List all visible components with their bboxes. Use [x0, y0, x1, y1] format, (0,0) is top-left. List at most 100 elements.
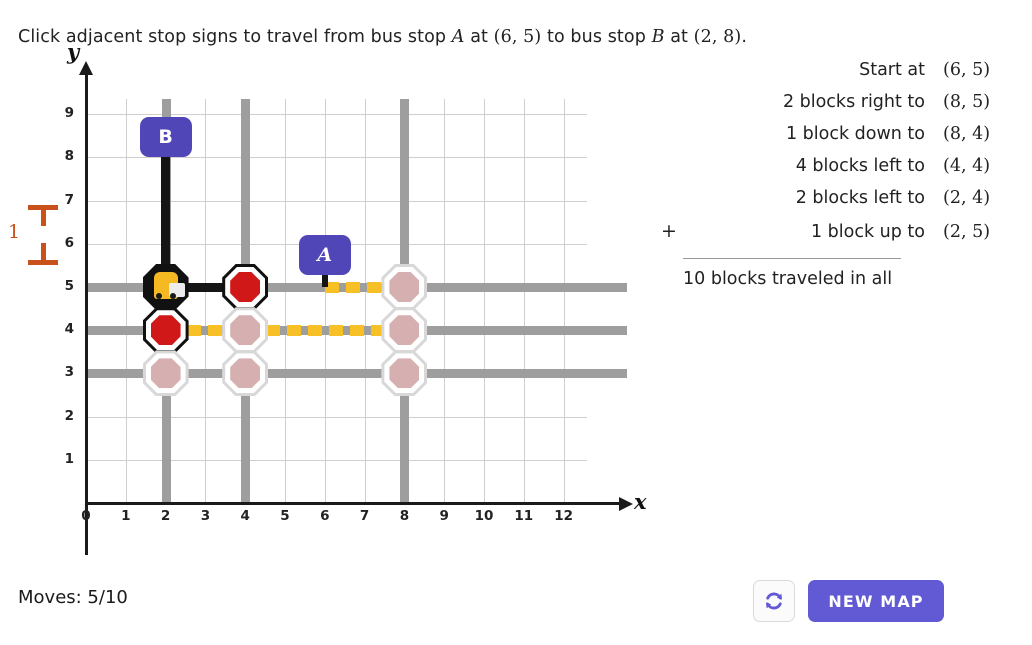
stop-sign-inactive[interactable] — [381, 264, 428, 310]
x-axis-line — [85, 502, 625, 505]
x-tick-label: 6 — [320, 508, 330, 524]
marker-a: A — [298, 235, 351, 275]
instruction-label-b: B — [651, 27, 665, 47]
move-row: +1 block up to (2, 5) — [655, 220, 1015, 252]
stop-sign-face — [389, 272, 420, 302]
y-tick-label: 3 — [64, 364, 74, 381]
stop-sign-inactive[interactable] — [142, 350, 189, 397]
path-dash — [207, 324, 222, 336]
x-tick-label: 7 — [359, 508, 370, 524]
instruction-label-a: A — [451, 27, 465, 47]
move-summary-panel: Start at (6, 5) 2 blocks right to (8, 5) 1 b… — [655, 60, 1015, 289]
path-dash — [345, 281, 360, 293]
move-description: 4 blocks left to — [795, 156, 925, 176]
move-row: 2 blocks left to (2, 4) — [655, 188, 1015, 220]
instruction-part-5: . — [741, 27, 747, 47]
marker-b: B — [139, 117, 192, 158]
move-description: 1 block up to — [810, 222, 925, 242]
stop-sign-face — [389, 315, 420, 346]
move-coordinate: (4, 4) — [943, 156, 991, 176]
instruction-text: Click adjacent stop signs to travel from… — [18, 27, 747, 47]
stop-sign-inactive[interactable] — [222, 350, 269, 397]
path-dash — [329, 324, 344, 336]
gridline-vertical — [563, 99, 565, 503]
gridline-vertical — [364, 99, 366, 503]
y-tick-label: 9 — [64, 105, 74, 122]
path-dash — [186, 324, 201, 336]
move-coordinate: (2, 5) — [943, 222, 991, 242]
move-row: 1 block down to (8, 4) — [655, 124, 1015, 156]
map-grid[interactable]: B A y x 0 1 2 3 4 5 6 7 8 9 10 11 12 1 2 3 4 5 6 7 8 9 — [0, 39, 670, 555]
stop-sign-face — [230, 358, 261, 389]
stop-sign-active[interactable] — [142, 307, 189, 354]
gridline-vertical — [484, 99, 485, 503]
path-dash — [308, 324, 323, 336]
x-tick-label: 5 — [280, 508, 290, 524]
instruction-part-2: at — [464, 27, 494, 47]
stop-sign-inactive[interactable] — [381, 350, 428, 397]
move-plus-sign: + — [661, 220, 677, 242]
move-coordinate: (2, 4) — [943, 188, 991, 208]
move-row: 2 blocks right to (8, 5) — [655, 92, 1015, 124]
move-list: Start at (6, 5) 2 blocks right to (8, 5) 1 b… — [655, 60, 1015, 252]
instruction-coord-a: (6, 5) — [493, 27, 542, 47]
x-tick-label: 8 — [399, 508, 410, 524]
bus-wheel-icon — [155, 293, 162, 299]
y-tick-label: 2 — [64, 407, 74, 424]
instruction-part-4: at — [664, 27, 694, 47]
stop-sign-inactive[interactable] — [222, 307, 269, 354]
instruction-coord-b: (2, 8) — [693, 27, 742, 47]
y-axis-line — [85, 73, 88, 555]
x-tick-label: 11 — [514, 508, 534, 524]
move-row: Start at (6, 5) — [655, 60, 1015, 92]
x-tick-label: 12 — [554, 508, 573, 524]
moves-counter: Moves: 5/10 — [18, 587, 128, 608]
stop-sign-face — [389, 358, 420, 389]
stop-sign-face — [150, 315, 181, 346]
gridline-vertical — [444, 99, 446, 503]
bus-stop-sign-bus[interactable] — [142, 264, 189, 310]
instruction-part-1: Click adjacent stop signs to travel from… — [18, 27, 452, 47]
move-description: 2 blocks left to — [795, 188, 925, 208]
y-tick-label: 8 — [64, 148, 74, 165]
path-dash — [366, 281, 381, 293]
y-tick-label: 7 — [64, 191, 74, 208]
x-tick-label: 2 — [160, 508, 171, 524]
gridline-vertical — [285, 99, 286, 503]
stop-sign-inactive[interactable] — [381, 307, 428, 354]
move-coordinate: (8, 5) — [943, 92, 991, 112]
marker-a-pole — [321, 273, 328, 287]
reset-button[interactable] — [753, 580, 795, 622]
x-tick-label: 9 — [439, 508, 449, 524]
x-tick-label: 3 — [200, 508, 211, 524]
new-map-button[interactable]: NEW MAP — [808, 580, 944, 622]
move-coordinate: (8, 4) — [943, 124, 991, 144]
move-row: 4 blocks left to (4, 4) — [655, 156, 1015, 188]
x-axis-label: x — [634, 489, 647, 514]
x-tick-label: 1 — [121, 508, 131, 524]
instruction-part-3: to bus stop — [541, 27, 652, 47]
x-tick-label: 4 — [240, 508, 250, 524]
move-coordinate: (6, 5) — [943, 60, 991, 80]
path-dash — [266, 324, 281, 336]
gridline-vertical — [205, 99, 207, 503]
move-description: 1 block down to — [785, 124, 925, 144]
y-tick-label: 4 — [64, 321, 74, 338]
bus-wheel-icon — [169, 293, 176, 299]
y-axis-arrow — [79, 61, 93, 75]
stop-sign-face — [230, 315, 261, 346]
x-axis-arrow — [619, 496, 633, 511]
stop-sign-active[interactable] — [222, 264, 269, 310]
x-tick-label: 10 — [474, 508, 494, 524]
move-description: 2 blocks right to — [782, 92, 925, 112]
move-description: Start at — [859, 60, 925, 80]
gridline-vertical — [523, 99, 525, 503]
path-dash — [287, 324, 302, 336]
total-blocks-text: 10 blocks traveled in all — [683, 269, 893, 289]
gridline-vertical — [324, 99, 326, 503]
refresh-icon — [765, 592, 783, 610]
bus-stop-game: Click adjacent stop signs to travel from… — [0, 0, 1032, 645]
x-tick-label: 0 — [81, 508, 91, 524]
stop-sign-face — [230, 272, 261, 302]
y-tick-label: 6 — [64, 234, 74, 251]
